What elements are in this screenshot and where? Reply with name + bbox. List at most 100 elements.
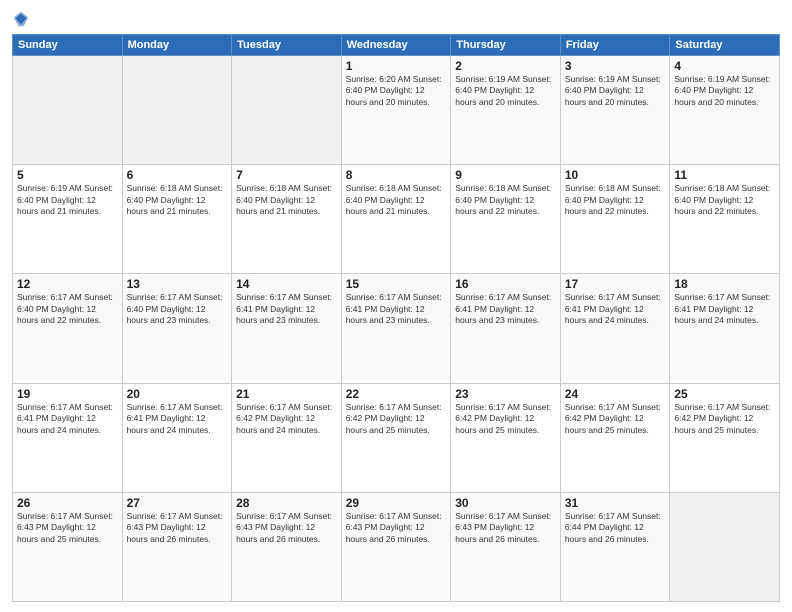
calendar-cell: 5Sunrise: 6:19 AM Sunset: 6:40 PM Daylig… xyxy=(13,165,123,274)
weekday-header-row: SundayMondayTuesdayWednesdayThursdayFrid… xyxy=(13,35,780,56)
day-number: 17 xyxy=(565,277,666,291)
day-number: 18 xyxy=(674,277,775,291)
weekday-header-cell: Sunday xyxy=(13,35,123,56)
calendar-cell: 3Sunrise: 6:19 AM Sunset: 6:40 PM Daylig… xyxy=(560,56,670,165)
day-number: 21 xyxy=(236,387,337,401)
day-info: Sunrise: 6:17 AM Sunset: 6:40 PM Dayligh… xyxy=(17,292,118,326)
calendar-cell: 26Sunrise: 6:17 AM Sunset: 6:43 PM Dayli… xyxy=(13,492,123,601)
day-info: Sunrise: 6:20 AM Sunset: 6:40 PM Dayligh… xyxy=(346,74,447,108)
day-info: Sunrise: 6:18 AM Sunset: 6:40 PM Dayligh… xyxy=(674,183,775,217)
day-info: Sunrise: 6:18 AM Sunset: 6:40 PM Dayligh… xyxy=(565,183,666,217)
logo xyxy=(12,10,32,28)
day-info: Sunrise: 6:17 AM Sunset: 6:44 PM Dayligh… xyxy=(565,511,666,545)
day-info: Sunrise: 6:19 AM Sunset: 6:40 PM Dayligh… xyxy=(565,74,666,108)
day-info: Sunrise: 6:17 AM Sunset: 6:41 PM Dayligh… xyxy=(17,402,118,436)
day-number: 26 xyxy=(17,496,118,510)
weekday-header-cell: Saturday xyxy=(670,35,780,56)
day-info: Sunrise: 6:17 AM Sunset: 6:41 PM Dayligh… xyxy=(674,292,775,326)
day-number: 1 xyxy=(346,59,447,73)
calendar-week-row: 26Sunrise: 6:17 AM Sunset: 6:43 PM Dayli… xyxy=(13,492,780,601)
calendar-week-row: 19Sunrise: 6:17 AM Sunset: 6:41 PM Dayli… xyxy=(13,383,780,492)
day-number: 27 xyxy=(127,496,228,510)
header xyxy=(12,10,780,28)
calendar-cell: 13Sunrise: 6:17 AM Sunset: 6:40 PM Dayli… xyxy=(122,274,232,383)
calendar-cell: 4Sunrise: 6:19 AM Sunset: 6:40 PM Daylig… xyxy=(670,56,780,165)
day-info: Sunrise: 6:17 AM Sunset: 6:42 PM Dayligh… xyxy=(674,402,775,436)
day-info: Sunrise: 6:17 AM Sunset: 6:42 PM Dayligh… xyxy=(455,402,556,436)
calendar-cell: 30Sunrise: 6:17 AM Sunset: 6:43 PM Dayli… xyxy=(451,492,561,601)
weekday-header-cell: Friday xyxy=(560,35,670,56)
day-number: 5 xyxy=(17,168,118,182)
calendar-cell: 28Sunrise: 6:17 AM Sunset: 6:43 PM Dayli… xyxy=(232,492,342,601)
day-number: 24 xyxy=(565,387,666,401)
day-number: 4 xyxy=(674,59,775,73)
day-number: 9 xyxy=(455,168,556,182)
day-info: Sunrise: 6:17 AM Sunset: 6:43 PM Dayligh… xyxy=(455,511,556,545)
calendar-week-row: 5Sunrise: 6:19 AM Sunset: 6:40 PM Daylig… xyxy=(13,165,780,274)
calendar-cell: 6Sunrise: 6:18 AM Sunset: 6:40 PM Daylig… xyxy=(122,165,232,274)
calendar-cell: 15Sunrise: 6:17 AM Sunset: 6:41 PM Dayli… xyxy=(341,274,451,383)
calendar-cell: 10Sunrise: 6:18 AM Sunset: 6:40 PM Dayli… xyxy=(560,165,670,274)
weekday-header-cell: Monday xyxy=(122,35,232,56)
calendar-cell: 27Sunrise: 6:17 AM Sunset: 6:43 PM Dayli… xyxy=(122,492,232,601)
day-info: Sunrise: 6:17 AM Sunset: 6:43 PM Dayligh… xyxy=(236,511,337,545)
day-info: Sunrise: 6:19 AM Sunset: 6:40 PM Dayligh… xyxy=(455,74,556,108)
calendar-table: SundayMondayTuesdayWednesdayThursdayFrid… xyxy=(12,34,780,602)
calendar-cell: 29Sunrise: 6:17 AM Sunset: 6:43 PM Dayli… xyxy=(341,492,451,601)
day-number: 22 xyxy=(346,387,447,401)
day-info: Sunrise: 6:18 AM Sunset: 6:40 PM Dayligh… xyxy=(455,183,556,217)
day-info: Sunrise: 6:17 AM Sunset: 6:42 PM Dayligh… xyxy=(565,402,666,436)
day-info: Sunrise: 6:17 AM Sunset: 6:41 PM Dayligh… xyxy=(455,292,556,326)
day-number: 31 xyxy=(565,496,666,510)
calendar-cell: 16Sunrise: 6:17 AM Sunset: 6:41 PM Dayli… xyxy=(451,274,561,383)
calendar-cell: 23Sunrise: 6:17 AM Sunset: 6:42 PM Dayli… xyxy=(451,383,561,492)
day-info: Sunrise: 6:18 AM Sunset: 6:40 PM Dayligh… xyxy=(236,183,337,217)
day-info: Sunrise: 6:17 AM Sunset: 6:41 PM Dayligh… xyxy=(346,292,447,326)
day-info: Sunrise: 6:17 AM Sunset: 6:43 PM Dayligh… xyxy=(346,511,447,545)
day-number: 28 xyxy=(236,496,337,510)
day-number: 7 xyxy=(236,168,337,182)
day-number: 29 xyxy=(346,496,447,510)
day-info: Sunrise: 6:19 AM Sunset: 6:40 PM Dayligh… xyxy=(674,74,775,108)
calendar-cell: 14Sunrise: 6:17 AM Sunset: 6:41 PM Dayli… xyxy=(232,274,342,383)
calendar-cell xyxy=(670,492,780,601)
calendar-cell: 19Sunrise: 6:17 AM Sunset: 6:41 PM Dayli… xyxy=(13,383,123,492)
calendar-cell: 8Sunrise: 6:18 AM Sunset: 6:40 PM Daylig… xyxy=(341,165,451,274)
day-info: Sunrise: 6:17 AM Sunset: 6:41 PM Dayligh… xyxy=(127,402,228,436)
calendar-cell xyxy=(232,56,342,165)
calendar-cell: 17Sunrise: 6:17 AM Sunset: 6:41 PM Dayli… xyxy=(560,274,670,383)
calendar-header: SundayMondayTuesdayWednesdayThursdayFrid… xyxy=(13,35,780,56)
day-number: 16 xyxy=(455,277,556,291)
day-number: 15 xyxy=(346,277,447,291)
day-number: 6 xyxy=(127,168,228,182)
calendar-cell xyxy=(13,56,123,165)
calendar-week-row: 12Sunrise: 6:17 AM Sunset: 6:40 PM Dayli… xyxy=(13,274,780,383)
weekday-header-cell: Tuesday xyxy=(232,35,342,56)
logo-icon xyxy=(12,10,30,28)
day-number: 3 xyxy=(565,59,666,73)
day-number: 11 xyxy=(674,168,775,182)
calendar-cell: 7Sunrise: 6:18 AM Sunset: 6:40 PM Daylig… xyxy=(232,165,342,274)
calendar-cell: 24Sunrise: 6:17 AM Sunset: 6:42 PM Dayli… xyxy=(560,383,670,492)
calendar-cell: 9Sunrise: 6:18 AM Sunset: 6:40 PM Daylig… xyxy=(451,165,561,274)
day-number: 13 xyxy=(127,277,228,291)
weekday-header-cell: Wednesday xyxy=(341,35,451,56)
calendar-week-row: 1Sunrise: 6:20 AM Sunset: 6:40 PM Daylig… xyxy=(13,56,780,165)
calendar-cell: 20Sunrise: 6:17 AM Sunset: 6:41 PM Dayli… xyxy=(122,383,232,492)
day-info: Sunrise: 6:17 AM Sunset: 6:42 PM Dayligh… xyxy=(346,402,447,436)
day-number: 14 xyxy=(236,277,337,291)
calendar-cell: 21Sunrise: 6:17 AM Sunset: 6:42 PM Dayli… xyxy=(232,383,342,492)
calendar-cell xyxy=(122,56,232,165)
weekday-header-cell: Thursday xyxy=(451,35,561,56)
calendar-cell: 22Sunrise: 6:17 AM Sunset: 6:42 PM Dayli… xyxy=(341,383,451,492)
calendar-cell: 2Sunrise: 6:19 AM Sunset: 6:40 PM Daylig… xyxy=(451,56,561,165)
day-info: Sunrise: 6:17 AM Sunset: 6:40 PM Dayligh… xyxy=(127,292,228,326)
day-info: Sunrise: 6:17 AM Sunset: 6:41 PM Dayligh… xyxy=(236,292,337,326)
day-info: Sunrise: 6:17 AM Sunset: 6:43 PM Dayligh… xyxy=(17,511,118,545)
calendar-cell: 18Sunrise: 6:17 AM Sunset: 6:41 PM Dayli… xyxy=(670,274,780,383)
calendar-cell: 11Sunrise: 6:18 AM Sunset: 6:40 PM Dayli… xyxy=(670,165,780,274)
day-number: 12 xyxy=(17,277,118,291)
calendar-cell: 25Sunrise: 6:17 AM Sunset: 6:42 PM Dayli… xyxy=(670,383,780,492)
calendar-cell: 1Sunrise: 6:20 AM Sunset: 6:40 PM Daylig… xyxy=(341,56,451,165)
day-info: Sunrise: 6:18 AM Sunset: 6:40 PM Dayligh… xyxy=(346,183,447,217)
